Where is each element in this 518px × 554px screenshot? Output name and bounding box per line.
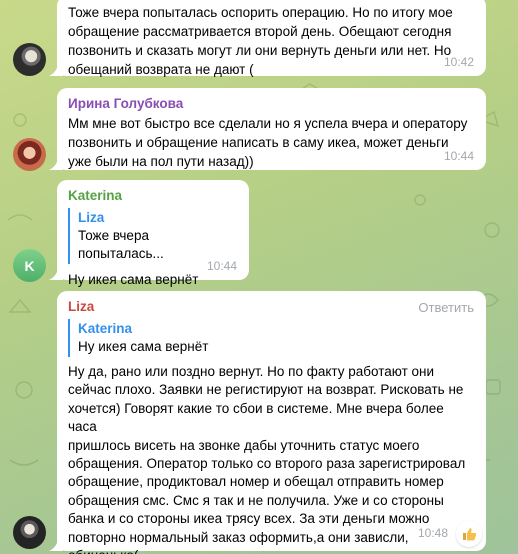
quote-author: Katerina — [78, 321, 133, 336]
bubble-tail — [49, 268, 63, 280]
message-text: Мм мне вот быстро все сделали но я успел… — [68, 116, 468, 169]
reply-quote[interactable]: Katerina Ну икея сама вернёт — [68, 319, 475, 357]
sender-name[interactable]: Liza — [68, 298, 475, 316]
avatar[interactable] — [13, 516, 46, 549]
quote-text: Ну икея сама вернёт — [78, 339, 209, 354]
bubble-tail — [49, 64, 63, 76]
reply-quote[interactable]: Liza Тоже вчера попыталась... — [68, 208, 238, 264]
chat-message-list[interactable]: Тоже вчера попыталась оспорить операцию.… — [0, 0, 518, 554]
thumbs-up-icon — [463, 528, 477, 541]
message-time: 10:48 — [417, 526, 448, 540]
bubble-tail — [49, 158, 63, 170]
message-time: 10:42 — [443, 55, 474, 69]
avatar[interactable] — [13, 138, 46, 171]
sender-name[interactable]: Katerina — [68, 187, 238, 205]
message-bubble[interactable]: Тоже вчера попыталась оспорить операцию.… — [57, 0, 486, 77]
quote-author: Liza — [78, 210, 105, 225]
avatar[interactable]: K — [13, 249, 46, 282]
message-text: Тоже вчера попыталась оспорить операцию.… — [68, 5, 453, 77]
reply-button[interactable]: Ответить — [418, 298, 474, 317]
sender-name[interactable]: Ирина Голубкова — [68, 95, 475, 113]
reaction-badge[interactable] — [456, 521, 482, 547]
message-time: 10:44 — [206, 259, 237, 273]
message-time: 10:44 — [443, 149, 474, 163]
message-bubble[interactable]: Ирина Голубкова Мм мне вот быстро все сд… — [57, 88, 486, 170]
message-bubble[interactable]: Liza Ответить Katerina Ну икея сама верн… — [57, 291, 486, 554]
message-text: Ну да, рано или поздно вернут. Но по фак… — [68, 364, 466, 554]
bubble-tail — [49, 539, 63, 551]
avatar[interactable] — [13, 43, 46, 76]
message-bubble[interactable]: Katerina Liza Тоже вчера попыталась... Н… — [57, 180, 249, 287]
